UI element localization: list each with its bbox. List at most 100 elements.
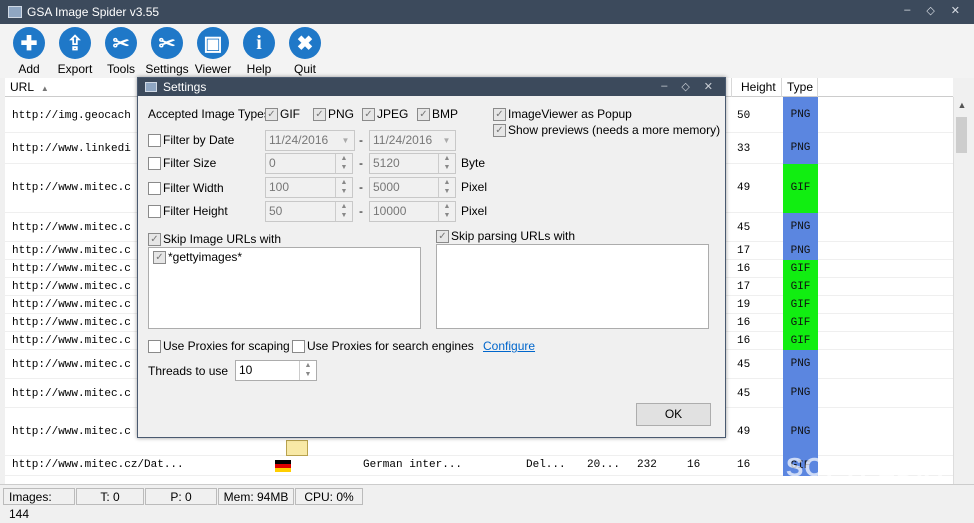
row-type: GIF [783,296,818,314]
skip-parsing-urls-list[interactable] [436,244,709,329]
range-dash: - [359,156,363,170]
viewer-button[interactable]: ▣ Viewer [190,24,236,78]
type-gif-label: GIF [280,107,300,121]
row-height: 45 [737,222,751,234]
settings-minimize-button[interactable]: – [661,80,667,93]
settings-button[interactable]: ✂ Settings [144,24,190,78]
row-type: GIF [783,332,818,350]
column-header-height[interactable]: Height [736,78,782,97]
scrollbar-thumb[interactable] [956,117,967,153]
viewer-popup-checkbox[interactable]: ✓ ImageViewer as Popup [493,107,632,121]
help-button[interactable]: i Help [236,24,282,78]
row-type: PNG [783,242,818,260]
filter-size-checkbox[interactable]: Filter Size [148,156,216,170]
list-item[interactable]: ✓ *gettyimages* [153,250,242,264]
settings-close-button[interactable]: ✕ [704,80,713,93]
spinner-arrows-icon[interactable]: ▲ ▼ [335,202,352,221]
height-from-spinner[interactable]: 50 ▲ ▼ [265,201,353,222]
row-height: 16 [737,263,751,275]
row-height: 16 [737,459,751,471]
row-url: http://www.mitec.c [12,359,131,371]
size-from-spinner[interactable]: 0 ▲ ▼ [265,153,353,174]
checkmark-icon: ✓ [265,107,278,121]
proxies-scraping-checkbox[interactable]: Use Proxies for scaping [148,339,290,353]
width-to-value: 5000 [373,180,400,194]
chevron-down-icon[interactable]: ▼ [337,131,354,150]
export-button[interactable]: ⇪ Export [52,24,98,78]
spinner-arrows-icon[interactable]: ▲ ▼ [438,178,455,197]
row-height: 49 [737,426,751,438]
spinner-arrows-icon[interactable]: ▲ ▼ [335,178,352,197]
row-col-a: Del... [526,459,566,471]
row-url: http://www.mitec.c [12,182,131,194]
checkmark-icon: ✓ [362,107,375,121]
date-to-value: 11/24/2016 [373,133,433,147]
show-previews-checkbox[interactable]: ✓ Show previews (needs a more memory) [493,123,720,137]
row-col-d: 16 [687,459,701,471]
row-height: 16 [737,317,751,329]
row-type: GIF [783,164,818,213]
checkmark-icon: ✓ [436,229,449,243]
quit-button[interactable]: ✖ Quit [282,24,328,78]
viewer-label: Viewer [194,62,232,76]
close-button[interactable]: ✕ [951,4,960,17]
tools-button[interactable]: ✂ Tools [98,24,144,78]
range-dash: - [359,133,363,147]
type-bmp-checkbox[interactable]: ✓ BMP [417,107,458,121]
filter-height-label: Filter Height [163,204,228,218]
type-png-checkbox[interactable]: ✓ PNG [313,107,354,121]
checkbox-box [148,133,161,147]
size-to-spinner[interactable]: 5120 ▲ ▼ [369,153,456,174]
type-png-label: PNG [328,107,355,121]
range-dash: - [359,204,363,218]
spinner-arrows-icon[interactable]: ▲ ▼ [299,361,316,380]
type-gif-checkbox[interactable]: ✓ GIF [265,107,300,121]
filter-width-checkbox[interactable]: Filter Width [148,181,224,195]
column-url-label: URL [10,80,34,94]
skip-image-urls-list[interactable]: ✓ *gettyimages* [148,247,421,329]
proxies-search-checkbox[interactable]: Use Proxies for search engines [292,339,474,353]
window-controls: – ◇ ✕ [904,4,960,17]
filter-width-label: Filter Width [163,181,224,195]
threads-spinner[interactable]: 10 ▲ ▼ [235,360,317,381]
spinner-arrows-icon[interactable]: ▲ ▼ [438,154,455,173]
scroll-up-icon[interactable]: ▲ [954,97,970,113]
threads-label: Threads to use [148,364,229,378]
threads-value: 10 [239,363,253,377]
skip-image-urls-label: Skip Image URLs with [163,232,282,246]
width-from-spinner[interactable]: 100 ▲ ▼ [265,177,353,198]
date-from-picker[interactable]: 11/24/2016 ▼ [265,130,355,151]
maximize-button[interactable]: ◇ [926,4,934,17]
configure-link[interactable]: Configure [483,339,535,353]
ok-button[interactable]: OK [636,403,711,426]
status-bar: Images: 144 T: 0 P: 0 Mem: 94MB CPU: 0% [0,484,974,521]
type-jpeg-checkbox[interactable]: ✓ JPEG [362,107,408,121]
add-button[interactable]: ✚ Add [6,24,52,78]
checkbox-box [148,204,161,218]
help-label: Help [246,62,272,76]
width-to-spinner[interactable]: 5000 ▲ ▼ [369,177,456,198]
row-type: GIF [783,278,818,296]
row-url: http://www.mitec.c [12,263,131,275]
checkmark-icon: ✓ [493,107,506,121]
spinner-arrows-icon[interactable]: ▲ ▼ [438,202,455,221]
row-height: 17 [737,281,751,293]
date-to-picker[interactable]: 11/24/2016 ▼ [369,130,456,151]
grid-vertical-scrollbar[interactable]: ▲ [953,97,969,484]
minimize-button[interactable]: – [904,4,910,17]
add-label: Add [18,62,40,76]
status-memory: Mem: 94MB [218,488,294,505]
height-to-spinner[interactable]: 10000 ▲ ▼ [369,201,456,222]
height-to-value: 10000 [373,204,407,218]
column-header-type[interactable]: Type [782,78,818,97]
spinner-arrows-icon[interactable]: ▲ ▼ [335,154,352,173]
add-icon: ✚ [13,27,45,59]
watermark-text: SOFTPEDIA [786,452,944,482]
filter-date-checkbox[interactable]: Filter by Date [148,133,234,147]
skip-image-urls-checkbox[interactable]: ✓ Skip Image URLs with [148,232,281,246]
skip-parsing-urls-checkbox[interactable]: ✓ Skip parsing URLs with [436,229,575,243]
settings-maximize-button[interactable]: ◇ [681,80,689,93]
filter-height-checkbox[interactable]: Filter Height [148,204,228,218]
row-height: 17 [737,245,751,257]
chevron-down-icon[interactable]: ▼ [438,131,455,150]
